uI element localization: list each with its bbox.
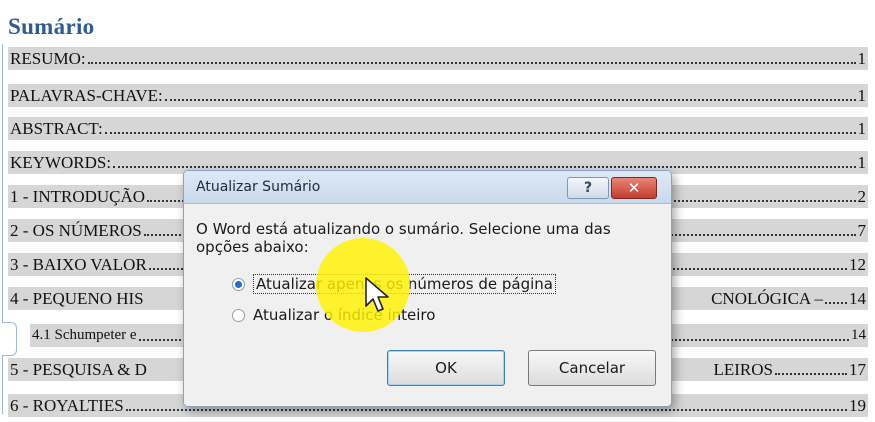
toc-entry-text: ABSTRACT: (10, 119, 103, 138)
toc-entry[interactable]: ABSTRACT: 1 (8, 117, 868, 140)
toc-leader-dots (113, 165, 856, 168)
toc-entry-page: 1 (857, 49, 867, 68)
toc-entry-text-tail: CNOLÓGICA – (711, 289, 823, 308)
toc-entry-page: 1 (857, 86, 867, 105)
dialog-titlebar[interactable]: Atualizar Sumário ? ✕ (184, 171, 671, 204)
toc-entry-page: 2 (857, 187, 867, 206)
toc-entry-page: 1 (857, 153, 867, 172)
radio-button[interactable] (232, 308, 245, 322)
cancel-button[interactable]: Cancelar (528, 350, 656, 386)
toc-entry-text: 3 - BAIXO VALOR (10, 255, 147, 274)
toc-leader-dots (164, 98, 856, 101)
toc-leader-dots (825, 301, 847, 304)
toc-entry-text: 2 - OS NÚMEROS (10, 221, 142, 240)
toc-entry-page: 19 (849, 396, 866, 415)
toc-entry-text: RESUMO: (10, 49, 86, 68)
dialog-body: O Word está atualizando o sumário. Selec… (184, 204, 671, 406)
toc-entry-text: KEYWORDS: (10, 153, 112, 172)
toc-entry-text: 5 - PESQUISA & D (10, 360, 147, 379)
toc-entry[interactable]: RESUMO: 1 (8, 47, 868, 70)
toc-entry-text: 1 - INTRODUÇÃO (10, 187, 146, 206)
toc-entry-page: 1 (857, 119, 867, 138)
toc-entry-text: PALAVRAS-CHAVE: (10, 86, 163, 105)
toc-entry[interactable]: PALAVRAS-CHAVE: 1 (8, 84, 868, 107)
toc-entry-page: 7 (857, 221, 867, 240)
radio-button-checked[interactable] (232, 277, 245, 291)
help-icon: ? (583, 180, 593, 196)
close-button[interactable]: ✕ (611, 177, 657, 199)
toc-title: Sumário (8, 14, 95, 39)
update-toc-dialog: Atualizar Sumário ? ✕ O Word está atuali… (183, 170, 672, 407)
toc-entry-page: 14 (851, 327, 866, 343)
help-button[interactable]: ? (567, 177, 609, 199)
toc-entry-page: 12 (849, 255, 866, 274)
dialog-title: Atualizar Sumário (196, 179, 321, 195)
close-icon: ✕ (627, 179, 641, 197)
dialog-message: O Word está atualizando o sumário. Selec… (196, 220, 611, 256)
toc-entry-text: 4.1 Schumpeter e (32, 327, 137, 343)
toc-entry-text: 4 - PEQUENO HIS (10, 289, 144, 308)
pointer-arrow-icon (365, 277, 389, 312)
toc-leader-dots (775, 372, 847, 375)
toc-entry-text: 6 - ROYALTIES (10, 396, 124, 415)
toc-content-control-tab[interactable] (2, 322, 17, 356)
toc-leader-dots (104, 131, 856, 134)
toc-entry-page: 17 (849, 360, 866, 379)
ok-button[interactable]: OK (387, 350, 505, 386)
toc-leader-dots (87, 61, 856, 64)
toc-leader-dots (125, 408, 847, 411)
toc-entry-text-tail: LEIROS (713, 360, 774, 379)
cursor-highlight (316, 238, 410, 332)
toc-entry-page: 14 (849, 289, 866, 308)
